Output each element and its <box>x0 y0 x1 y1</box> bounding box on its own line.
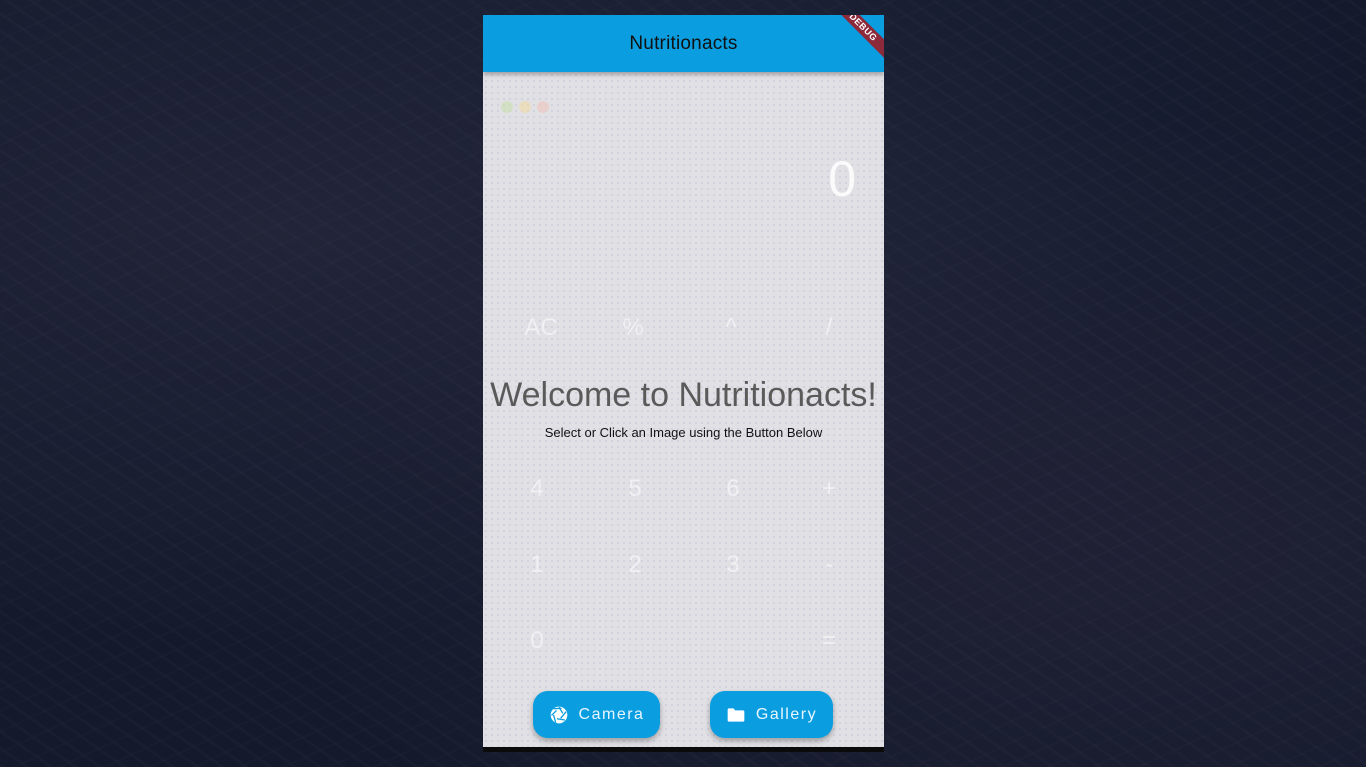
ghost-key: AC <box>524 314 558 341</box>
ghost-key: / <box>825 314 833 341</box>
app-window: Nutritionacts DEBUG 0 AC % ^ / 4 5 6 + 1… <box>483 15 884 752</box>
ghost-key: 6 <box>726 475 740 502</box>
bottom-edge <box>483 747 884 752</box>
main-content: 0 AC % ^ / 4 5 6 + 1 2 3 - 0 = Welcome t… <box>483 72 884 747</box>
camera-button-label: Camera <box>578 705 645 723</box>
ghost-key: 2 <box>628 551 642 578</box>
ghost-key: 0 <box>530 627 544 654</box>
ghost-dot-yellow <box>519 101 531 113</box>
instruction-text: Select or Click an Image using the Butto… <box>544 425 823 440</box>
ghost-key: % <box>622 314 644 341</box>
gallery-button[interactable]: Gallery <box>710 691 833 738</box>
ghost-key: 5 <box>628 475 642 502</box>
app-title: Nutritionacts <box>629 33 738 54</box>
ghost-key: + <box>821 475 836 502</box>
ghost-key: = <box>821 627 836 654</box>
ghost-key: 4 <box>530 475 544 502</box>
welcome-heading: Welcome to Nutritionacts! <box>490 376 877 414</box>
ghost-dot-red <box>537 101 549 113</box>
ghost-dot-green <box>501 101 513 113</box>
ghost-key: 1 <box>530 551 544 578</box>
camera-button[interactable]: Camera <box>533 691 660 738</box>
ghost-window-dots <box>501 101 549 113</box>
app-bar: Nutritionacts <box>483 15 884 72</box>
ghost-key: 3 <box>726 551 740 578</box>
ghost-key: - <box>825 551 833 578</box>
ghost-key: ^ <box>725 314 737 341</box>
ghost-calculator-display: 0 <box>828 151 856 207</box>
folder-icon <box>727 707 745 722</box>
camera-aperture-icon <box>550 706 567 723</box>
gallery-button-label: Gallery <box>755 705 818 723</box>
